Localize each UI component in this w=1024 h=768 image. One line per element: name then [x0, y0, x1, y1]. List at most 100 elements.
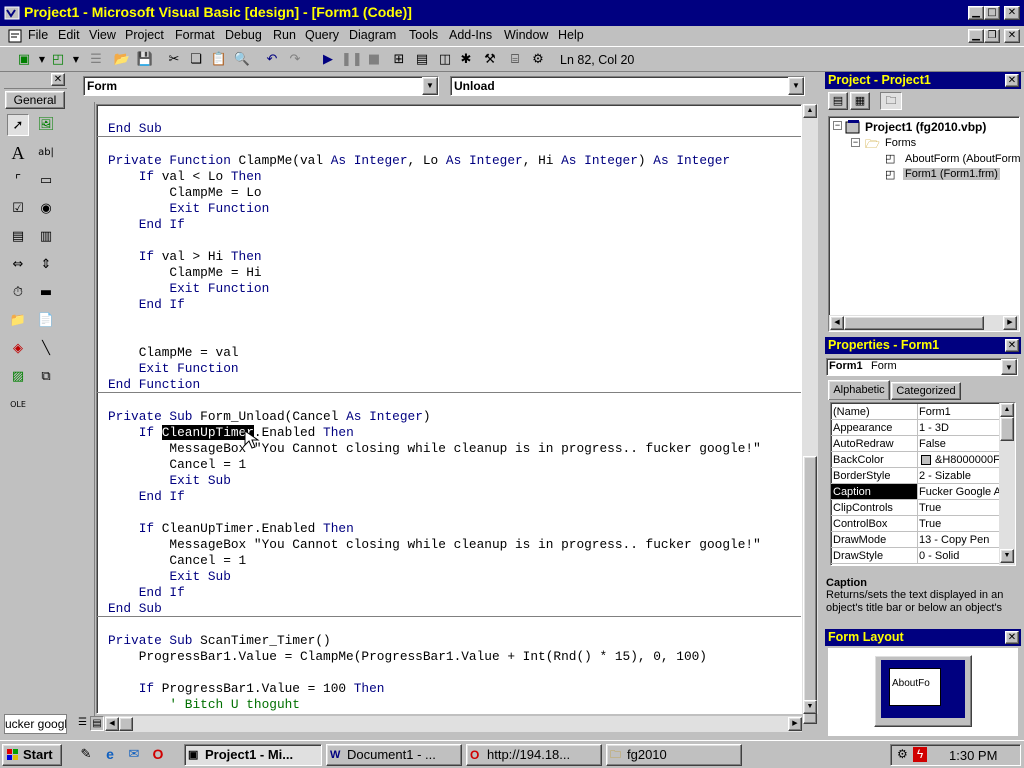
property-row[interactable]: (Name) Form1: [831, 404, 999, 420]
textbox-icon[interactable]: ab|: [35, 142, 57, 164]
scroll-up-icon[interactable]: ▲: [803, 104, 817, 118]
opera-icon[interactable]: O: [150, 746, 166, 762]
copy-icon[interactable]: ❏: [186, 50, 206, 70]
child-minimize-button[interactable]: ▁: [968, 29, 984, 43]
minimize-button[interactable]: ▁: [968, 6, 984, 20]
project-explorer-close-button[interactable]: ✕: [1005, 74, 1019, 87]
menu-edit[interactable]: Edit: [58, 28, 80, 42]
properties-scroll-thumb[interactable]: [1000, 417, 1014, 441]
menu-add-ins[interactable]: Add-Ins: [449, 28, 492, 42]
form-layout-area[interactable]: AboutFo: [828, 648, 1018, 736]
menu-run[interactable]: Run: [273, 28, 296, 42]
menu-help[interactable]: Help: [558, 28, 584, 42]
tree-scroll-thumb[interactable]: [844, 316, 984, 330]
task-fg2010-folder[interactable]: 🗀 fg2010: [606, 744, 742, 766]
properties-window-icon[interactable]: ▤: [412, 50, 432, 70]
toolbox-close-button[interactable]: ✕: [51, 73, 65, 86]
cut-icon[interactable]: ✂: [164, 50, 184, 70]
code-editor[interactable]: End Sub Private Function ClampMe(val As …: [96, 104, 802, 714]
property-row[interactable]: DrawStyle 0 - Solid: [831, 548, 999, 564]
frame-icon[interactable]: ⌜: [7, 170, 29, 192]
start-icon[interactable]: ▶: [318, 50, 338, 70]
form-layout-title[interactable]: Form Layout: [825, 629, 1021, 646]
label-icon[interactable]: A: [7, 142, 29, 164]
find-icon[interactable]: 🔍: [232, 50, 252, 70]
scroll-left-icon[interactable]: ◀: [105, 717, 119, 731]
object-combo[interactable]: Form ▼: [83, 76, 439, 96]
toolbox-icon[interactable]: ⚒: [480, 50, 500, 70]
close-button[interactable]: ✕: [1004, 6, 1020, 20]
task-visual-basic[interactable]: ▣ Project1 - Mi...: [184, 744, 322, 766]
drivelistbox-icon[interactable]: ▬: [35, 282, 57, 304]
form-position-preview[interactable]: AboutFo: [889, 668, 941, 706]
toolbox-tab-general[interactable]: General: [5, 91, 65, 109]
procedure-combo[interactable]: Unload ▼: [450, 76, 805, 96]
project-root-label[interactable]: Project1 (fg2010.vbp): [865, 120, 986, 134]
network-icon[interactable]: ⚙: [897, 747, 908, 761]
collapse-project-icon[interactable]: −: [833, 121, 842, 130]
pointer-icon[interactable]: ➚: [7, 114, 29, 136]
optionbutton-icon[interactable]: ◉: [35, 198, 57, 220]
data-icon[interactable]: ⧉: [35, 366, 57, 388]
ole-icon[interactable]: OLE: [7, 394, 29, 416]
menu-file[interactable]: File: [28, 28, 48, 42]
combobox-icon[interactable]: ▤: [7, 226, 29, 248]
menu-debug[interactable]: Debug: [225, 28, 262, 42]
project-tree-hscrollbar[interactable]: ◀ ▶: [829, 315, 1019, 331]
code-hscroll-thumb[interactable]: [119, 717, 133, 731]
property-row[interactable]: BackColor &H8000000F: [831, 452, 999, 468]
hscrollbar-icon[interactable]: ⇔: [7, 254, 29, 276]
project-tree[interactable]: − Project1 (fg2010.vbp) − 🗁 Forms ◰ Abou…: [828, 116, 1021, 332]
open-project-icon[interactable]: 📂: [112, 50, 132, 70]
tab-categorized[interactable]: Categorized: [891, 382, 961, 400]
add-project-icon[interactable]: ▣: [14, 50, 34, 70]
menu-diagram[interactable]: Diagram: [349, 28, 396, 42]
tab-alphabetic[interactable]: Alphabetic: [828, 380, 890, 400]
add-form-dropdown-icon[interactable]: ▼: [66, 50, 86, 70]
menu-view[interactable]: View: [89, 28, 116, 42]
object-combo-arrow-icon[interactable]: ▼: [422, 77, 438, 95]
paste-icon[interactable]: 📋: [209, 50, 229, 70]
properties-scroll-down-icon[interactable]: ▼: [1000, 549, 1014, 563]
project-explorer-title[interactable]: Project - Project1: [825, 72, 1021, 89]
code-vertical-scrollbar[interactable]: ▲ ▼: [802, 104, 818, 724]
property-row[interactable]: ClipControls True: [831, 500, 999, 516]
scroll-right-icon[interactable]: ▶: [788, 717, 802, 731]
project-explorer-icon[interactable]: ⊞: [389, 50, 409, 70]
picturebox-icon[interactable]: 🖼: [35, 114, 57, 136]
dirlistbox-icon[interactable]: 📁: [7, 310, 29, 332]
view-code-icon[interactable]: ▤: [828, 92, 848, 110]
code-horizontal-scrollbar[interactable]: ◀ ▶: [105, 716, 802, 732]
vb-app-icon[interactable]: [4, 5, 20, 21]
object-browser-icon[interactable]: ✱: [456, 50, 476, 70]
properties-object-combo[interactable]: Form1 Form ▼: [826, 358, 1018, 376]
properties-scroll-up-icon[interactable]: ▲: [1000, 403, 1014, 417]
timer-icon[interactable]: ⏱: [7, 282, 29, 304]
code-window-icon[interactable]: [8, 29, 22, 43]
show-desktop-icon[interactable]: ✎: [78, 746, 94, 762]
checkbox-icon[interactable]: ☑: [7, 198, 29, 220]
tree-scroll-right-icon[interactable]: ▶: [1003, 316, 1017, 330]
menu-window[interactable]: Window: [504, 28, 548, 42]
full-module-view-icon[interactable]: ▤: [90, 716, 104, 731]
toggle-folders-icon[interactable]: 🗀: [880, 92, 902, 110]
internet-explorer-icon[interactable]: e: [102, 746, 118, 762]
tree-item-form1[interactable]: Form1 (Form1.frm): [903, 168, 1000, 180]
component-manager-icon[interactable]: ⚙: [528, 50, 548, 70]
flash-icon[interactable]: ϟ: [913, 747, 927, 762]
collapse-forms-icon[interactable]: −: [851, 138, 860, 147]
scroll-down-icon[interactable]: ▼: [803, 700, 817, 714]
menu-query[interactable]: Query: [305, 28, 339, 42]
procedure-combo-arrow-icon[interactable]: ▼: [788, 77, 804, 95]
clock[interactable]: 1:30 PM: [949, 748, 997, 763]
child-close-button[interactable]: ✕: [1004, 29, 1020, 43]
form-layout-close-button[interactable]: ✕: [1005, 631, 1019, 644]
child-restore-button[interactable]: ❐: [984, 29, 1000, 43]
tree-item-aboutform[interactable]: AboutForm (AboutForm: [905, 153, 1021, 165]
menu-format[interactable]: Format: [175, 28, 215, 42]
commandbutton-icon[interactable]: ▭: [35, 170, 57, 192]
task-browser[interactable]: O http://194.18...: [466, 744, 602, 766]
end-icon[interactable]: ■: [364, 50, 384, 70]
start-button[interactable]: Start: [2, 744, 62, 766]
image-icon[interactable]: ▨: [7, 366, 29, 388]
